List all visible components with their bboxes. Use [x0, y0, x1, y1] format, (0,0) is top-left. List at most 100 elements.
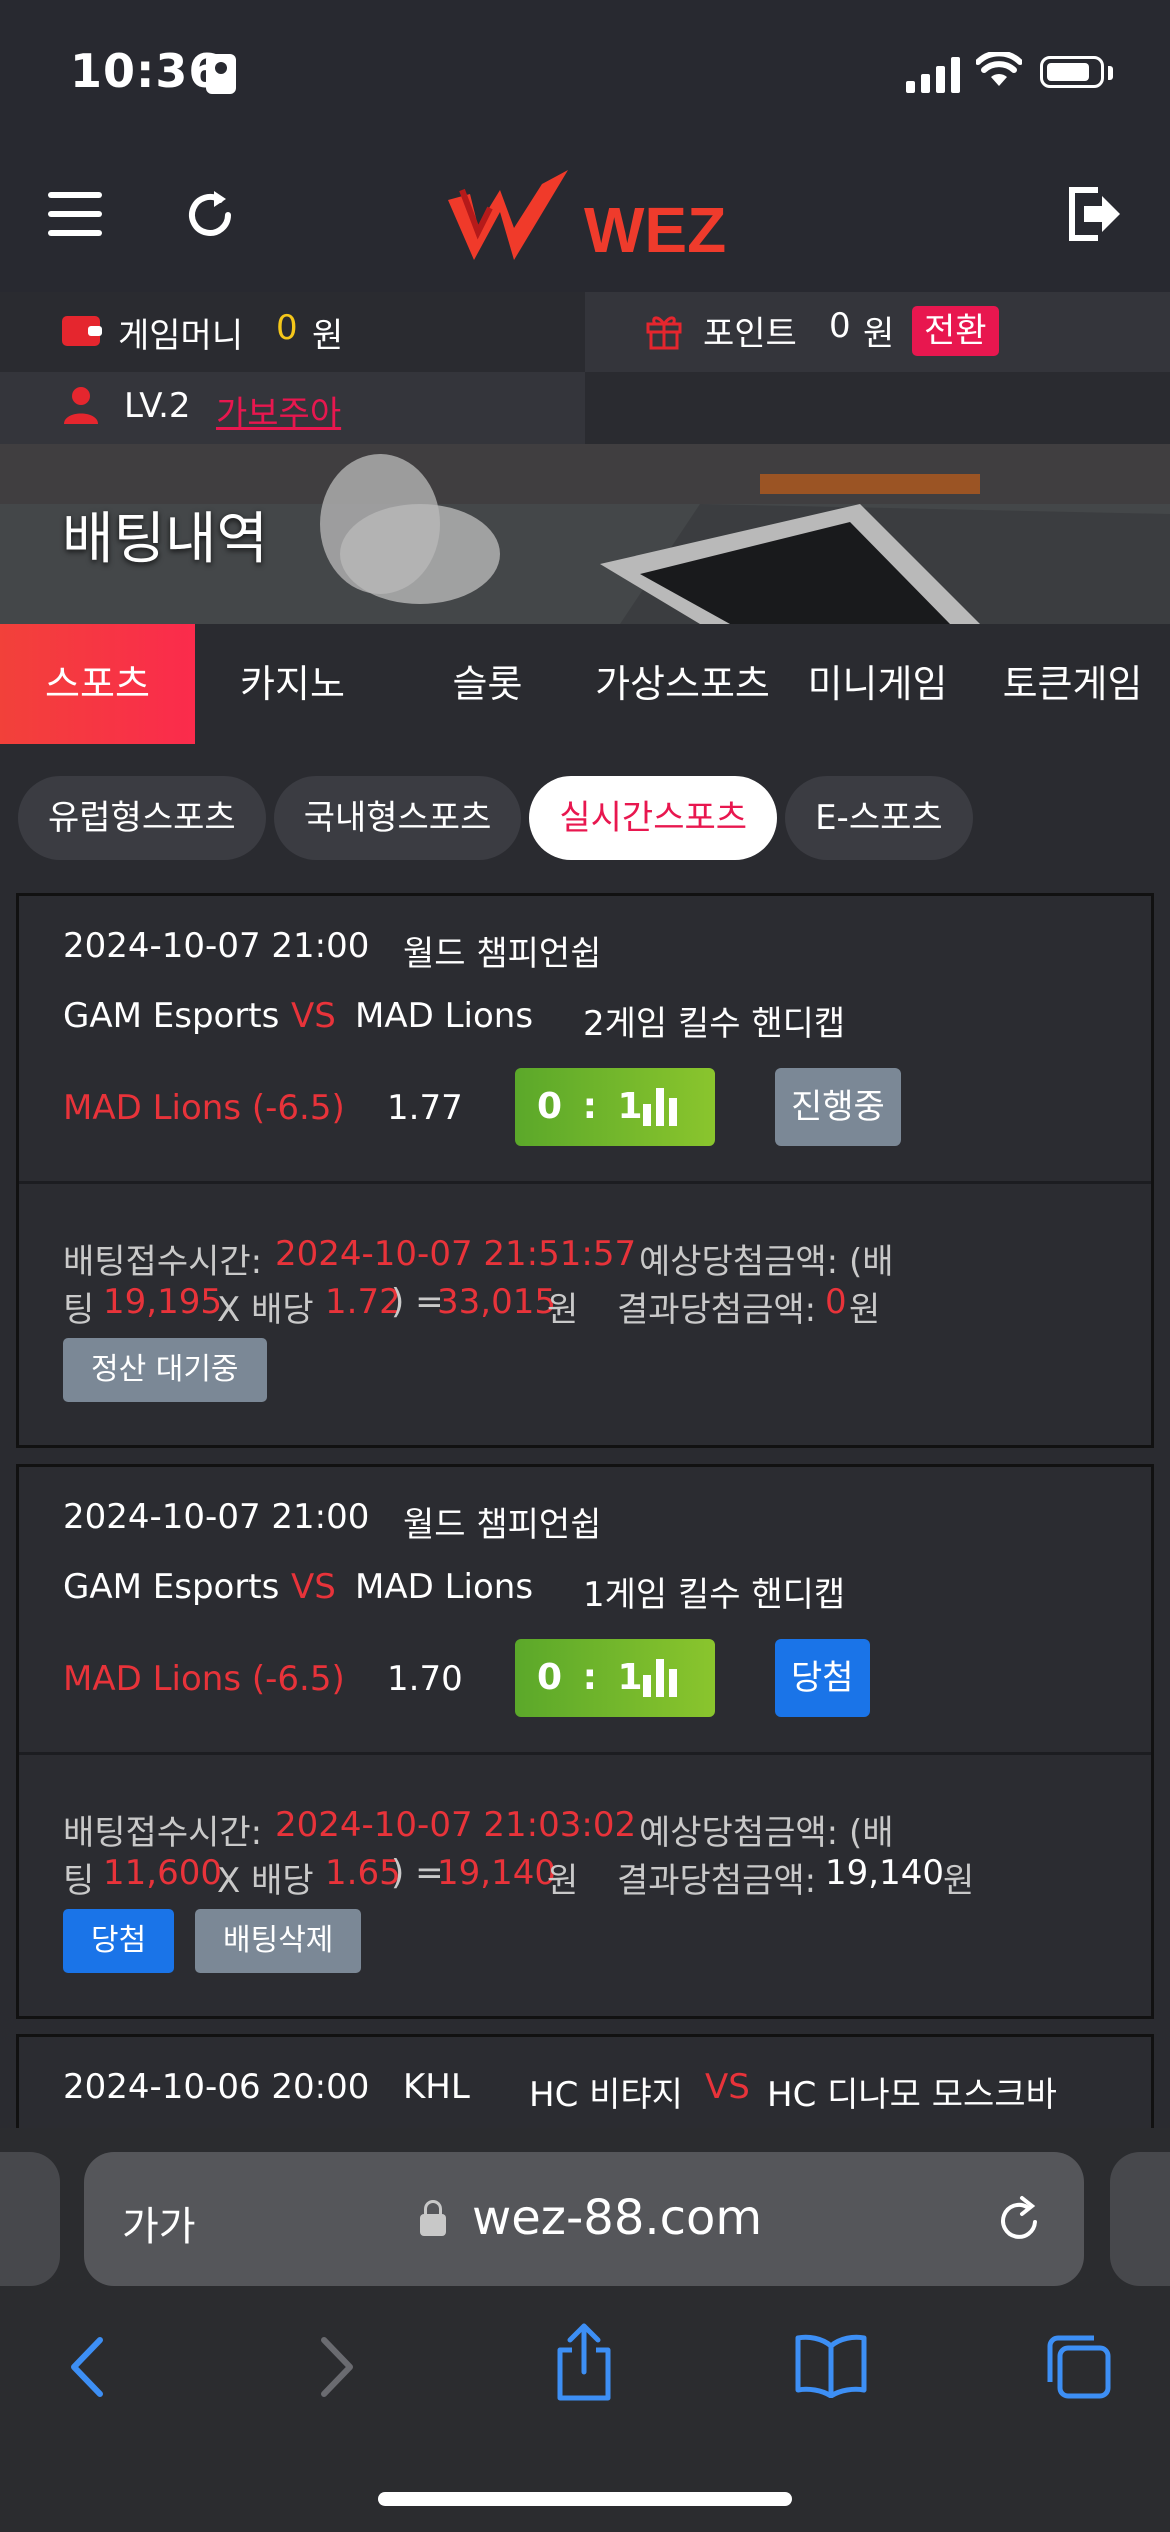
win-button[interactable]: 당첨	[63, 1909, 175, 1973]
previous-tab-preview[interactable]	[0, 2152, 60, 2286]
home-indicator[interactable]	[378, 2492, 792, 2506]
home-team: GAM Esports	[63, 996, 280, 1036]
accept-time: 2024-10-07 21:51:57	[275, 1234, 637, 1274]
game-money-value: 0	[276, 308, 298, 348]
subtab-live-sports[interactable]: 실시간스포츠	[529, 776, 778, 860]
id-card-icon	[206, 54, 236, 94]
equals-label: ) =	[391, 1282, 444, 1322]
status-badge: 당첨	[775, 1639, 870, 1717]
settlement-pending-button[interactable]: 정산 대기중	[63, 1338, 267, 1402]
match-datetime: 2024-10-07 21:00	[63, 1497, 370, 1537]
game-money-label: 게임머니	[118, 316, 244, 356]
convert-button[interactable]: 전환	[912, 306, 999, 356]
market-name: 1게임 킬수 핸디캡	[583, 1575, 846, 1615]
status-bar: 10:36	[0, 0, 1170, 150]
url-text[interactable]: wez-88.com	[472, 2190, 762, 2246]
user-icon	[64, 387, 98, 424]
level-panel: LV.2 가보주아	[0, 372, 585, 444]
status-time: 10:36	[70, 44, 222, 98]
share-icon[interactable]	[552, 2322, 616, 2402]
vs-label: VS	[705, 2067, 750, 2107]
point-value: 0	[829, 306, 851, 346]
stake-amount: 19,195	[103, 1282, 222, 1322]
expected-amount: 19,140	[437, 1853, 556, 1893]
username-link[interactable]: 가보주아	[216, 386, 341, 435]
wifi-icon	[976, 52, 1022, 86]
bet-card: 2024-10-07 21:00 월드 챔피언쉽 GAM Esports VS …	[16, 1464, 1154, 2019]
accept-time-label: 배팅접수시간:	[63, 1813, 263, 1853]
bet-odds: 1.70	[387, 1659, 463, 1699]
live-score: 0 : 1	[537, 1086, 647, 1127]
result-unit: 원	[943, 1861, 975, 1901]
tab-virtual-sports[interactable]: 가상스포츠	[585, 624, 780, 744]
match-datetime: 2024-10-06 20:00	[63, 2067, 370, 2107]
reload-icon[interactable]	[994, 2192, 1044, 2246]
text-size-button[interactable]: 가가	[122, 2194, 196, 2252]
x-odds-label: X 배당	[217, 1861, 314, 1901]
account-info: 게임머니 0 원 포인트 0 원 전환	[0, 292, 1170, 372]
live-score-button[interactable]: 0 : 1	[515, 1639, 715, 1717]
accept-time: 2024-10-07 21:03:02	[275, 1805, 637, 1845]
browser-toolbar: 가가 wez-88.com	[0, 2128, 1170, 2532]
subtab-esports[interactable]: E-스포츠	[785, 776, 973, 860]
subtab-domestic-sports[interactable]: 국내형스포츠	[273, 776, 522, 860]
wallet-icon	[62, 316, 102, 346]
live-score: 0 : 1	[537, 1657, 647, 1698]
cellular-signal-icon	[906, 55, 960, 93]
tabs-icon[interactable]	[1044, 2332, 1114, 2402]
battery-icon	[1040, 56, 1104, 88]
bookmarks-icon[interactable]	[794, 2332, 868, 2398]
subtab-european-sports[interactable]: 유럽형스포츠	[18, 776, 266, 860]
status-badge: 진행중	[775, 1068, 901, 1146]
level-row: LV.2 가보주아	[0, 372, 1170, 444]
category-tabs: 스포츠 카지노 슬롯 가상스포츠 미니게임 토큰게임	[0, 624, 1170, 744]
tab-sports[interactable]: 스포츠	[0, 624, 195, 744]
stats-icon	[643, 1088, 677, 1126]
league-name: KHL	[403, 2067, 470, 2107]
point-label: 포인트	[703, 314, 797, 354]
home-team: HC 비탸지	[529, 2075, 683, 2115]
stake-amount: 11,600	[103, 1853, 222, 1893]
expected-win-label: 예상당첨금액: (배	[639, 1242, 894, 1282]
market-name: 2게임 킬수 핸디캡	[583, 1004, 846, 1044]
site-header: WEZ	[0, 150, 1170, 292]
logout-icon[interactable]	[1068, 186, 1122, 242]
level-row-spacer	[585, 372, 1170, 444]
bet-pick: MAD Lions (-6.5)	[63, 1659, 345, 1699]
won-unit: 원	[547, 1861, 579, 1901]
stats-icon	[643, 1659, 677, 1697]
forward-icon[interactable]	[316, 2332, 360, 2402]
bet-match-info: 2024-10-07 21:00 월드 챔피언쉽 GAM Esports VS …	[19, 896, 1151, 1184]
live-score-button[interactable]: 0 : 1	[515, 1068, 715, 1146]
tab-slot[interactable]: 슬롯	[390, 624, 585, 744]
vs-label: VS	[291, 996, 336, 1036]
bet-match-info: 2024-10-07 21:00 월드 챔피언쉽 GAM Esports VS …	[19, 1467, 1151, 1755]
tab-casino[interactable]: 카지노	[195, 624, 390, 744]
address-bar[interactable]: 가가 wez-88.com	[84, 2152, 1084, 2286]
league-name: 월드 챔피언쉽	[403, 934, 602, 974]
match-datetime: 2024-10-07 21:00	[63, 926, 370, 966]
bet-pick: MAD Lions (-6.5)	[63, 1088, 345, 1128]
lock-icon	[420, 2200, 446, 2236]
away-team: HC 디나모 모스크바	[767, 2075, 1057, 2115]
x-odds-label: X 배당	[217, 1290, 314, 1330]
delete-bet-button[interactable]: 배팅삭제	[195, 1909, 362, 1973]
back-icon[interactable]	[64, 2332, 108, 2402]
bet-odds: 1.77	[387, 1088, 463, 1128]
bet-card: 2024-10-07 21:00 월드 챔피언쉽 GAM Esports VS …	[16, 893, 1154, 1448]
won-unit: 원	[547, 1290, 579, 1330]
tab-token-game[interactable]: 토큰게임	[975, 624, 1170, 744]
result-unit: 원	[849, 1290, 881, 1330]
bet-rate: 1.72	[325, 1282, 401, 1322]
bet-prefix: 팅	[63, 1290, 95, 1330]
site-logo[interactable]: WEZ	[448, 170, 728, 270]
equals-label: ) =	[391, 1853, 444, 1893]
tab-mini-game[interactable]: 미니게임	[780, 624, 975, 744]
home-team: GAM Esports	[63, 1567, 280, 1607]
point-panel: 포인트 0 원 전환	[585, 292, 1170, 372]
next-tab-preview[interactable]	[1110, 2152, 1170, 2286]
menu-icon[interactable]	[48, 192, 102, 236]
logo-text: WEZ	[584, 194, 726, 266]
refresh-icon[interactable]	[180, 185, 240, 245]
result-amount: 19,140	[825, 1853, 944, 1893]
